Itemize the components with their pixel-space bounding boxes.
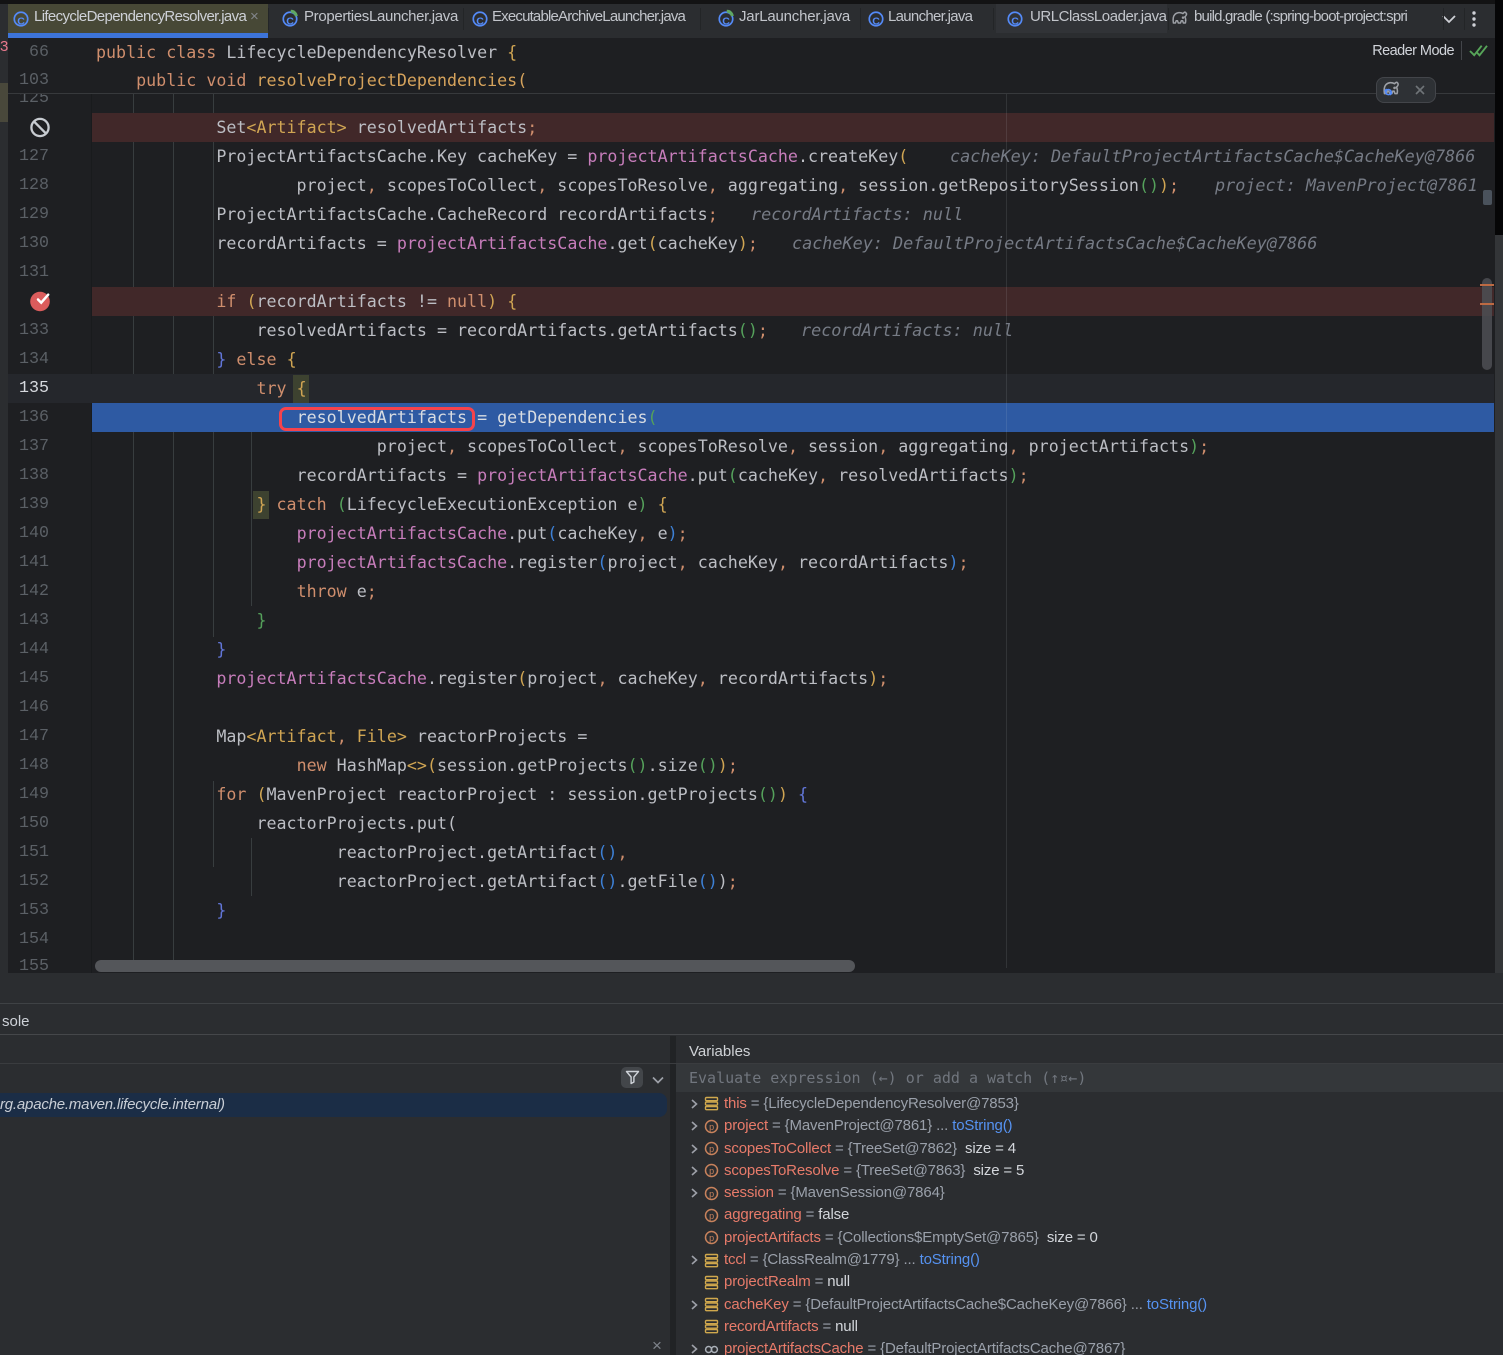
svg-text:C: C [17,15,25,27]
svg-text:p: p [709,1144,714,1154]
svg-text:p: p [709,1211,714,1221]
svg-text:p: p [709,1122,714,1132]
svg-text:C: C [476,15,484,27]
svg-text:p: p [709,1189,714,1199]
svg-text:C: C [872,15,880,27]
svg-text:p: p [709,1166,714,1176]
svg-text:C: C [1011,15,1019,27]
svg-text:C: C [722,15,730,27]
svg-text:p: p [709,1233,714,1243]
svg-text:C: C [286,15,294,27]
